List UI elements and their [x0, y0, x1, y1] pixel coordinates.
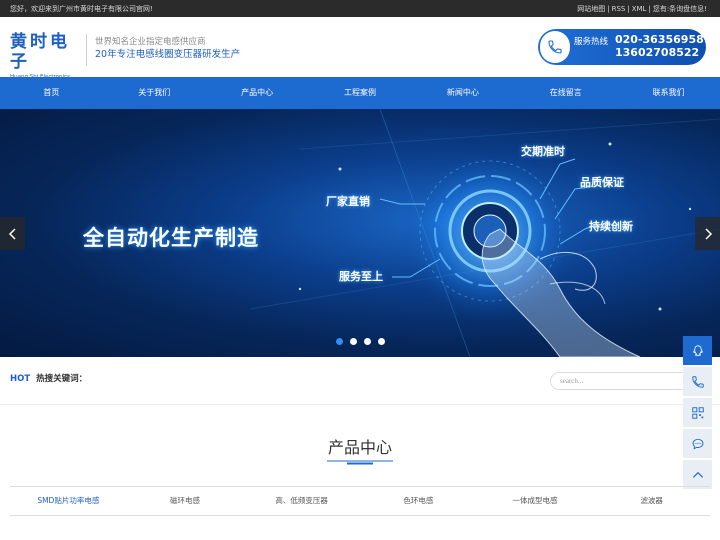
back-to-top-button[interactable]	[683, 460, 712, 489]
hotline-number-1: 020-36356958	[615, 33, 704, 46]
tag-delivery: 交期准时	[521, 145, 565, 158]
tab-color-ring-inductor[interactable]: 色环电感	[360, 487, 477, 515]
product-tabs: SMD贴片功率电感 磁环电感 高、低频变压器 色环电感 一体成型电感 滤波器	[10, 486, 710, 516]
slogan: 世界知名企业指定电感供应商 20年专注电感线圈变压器研发生产	[86, 34, 240, 66]
tag-quality: 品质保证	[580, 176, 624, 189]
banner-dot-1[interactable]	[336, 338, 343, 345]
phone-button[interactable]	[683, 367, 712, 396]
phone-icon	[691, 375, 704, 388]
hot-keywords-label: HOT 热搜关键词：	[10, 372, 87, 384]
slogan-line2: 20年专注电感线圈变压器研发生产	[95, 49, 241, 60]
qrcode-button[interactable]	[683, 398, 712, 427]
tag-innovation: 持续创新	[589, 220, 633, 233]
logo-chinese: 黄时电子	[10, 32, 70, 72]
products-title: 产品中心	[327, 438, 392, 457]
sitemap-link[interactable]: 网站地图	[577, 5, 605, 13]
chevron-left-icon	[8, 227, 16, 240]
welcome-text: 您好，欢迎来到广州市黄时电子有限公司官网!	[10, 5, 153, 13]
chevron-right-icon	[704, 227, 712, 240]
tab-transformer[interactable]: 高、低频变压器	[243, 487, 360, 515]
banner-next-button[interactable]	[695, 217, 720, 250]
main-nav: 首页 关于我们 产品中心 工程案例 新闻中心 在线留言 联系我们	[0, 77, 720, 109]
qq-button[interactable]	[683, 336, 712, 365]
top-links: 网站地图 | RSS | XML | 您有:条询盘信息!	[577, 5, 707, 13]
banner-prev-button[interactable]	[0, 217, 25, 250]
nav-message[interactable]: 在线留言	[514, 77, 617, 109]
banner-pagination	[336, 338, 385, 345]
qrcode-icon	[691, 406, 704, 419]
inquiry-link[interactable]: 您有:条询盘信息!	[653, 5, 707, 13]
search-input[interactable]: search...	[550, 372, 690, 390]
banner-dot-3[interactable]	[364, 338, 371, 345]
title-underline	[327, 460, 393, 465]
tab-molded-inductor[interactable]: 一体成型电感	[477, 487, 594, 515]
nav-contact[interactable]: 联系我们	[617, 77, 720, 109]
nav-home[interactable]: 首页	[0, 77, 103, 109]
tag-service: 服务至上	[339, 270, 383, 283]
hot-prefix: HOT	[10, 374, 31, 384]
top-bar: 您好，欢迎来到广州市黄时电子有限公司官网! 网站地图 | RSS | XML | 您有:条询…	[0, 0, 720, 17]
hot-keywords-text: 热搜关键词：	[36, 374, 88, 384]
nav-about[interactable]: 关于我们	[103, 77, 206, 109]
banner-headline: 全自动化生产制造	[83, 226, 259, 250]
side-toolbar	[683, 336, 712, 491]
hero-banner: 全自动化生产制造 交期准时 品质保证 厂家直销 持续创新 服务至上	[0, 109, 720, 357]
tab-toroid-inductor[interactable]: 磁环电感	[127, 487, 244, 515]
hot-keywords-bar: HOT 热搜关键词： search...	[0, 357, 720, 405]
slogan-line1: 世界知名企业指定电感供应商	[95, 37, 206, 47]
nav-cases[interactable]: 工程案例	[309, 77, 412, 109]
logo[interactable]: 黄时电子 Huang Shi Electronics	[10, 32, 86, 81]
back-to-top-icon	[692, 471, 703, 478]
tab-filter[interactable]: 滤波器	[593, 487, 710, 515]
nav-news[interactable]: 新闻中心	[411, 77, 514, 109]
tag-direct-sale: 厂家直销	[326, 195, 370, 208]
tab-smd-inductor[interactable]: SMD贴片功率电感	[10, 487, 127, 515]
hotline-number-2: 13602708522	[615, 46, 700, 59]
banner-dot-2[interactable]	[350, 338, 357, 345]
rss-link[interactable]: RSS	[612, 5, 626, 13]
header: 黄时电子 Huang Shi Electronics 世界知名企业指定电感供应商…	[0, 17, 720, 80]
qq-icon	[692, 344, 703, 356]
banner-dot-4[interactable]	[378, 338, 385, 345]
xml-link[interactable]: XML	[632, 5, 647, 13]
hotline-box: 服务热线 020-36356958 13602708522	[538, 29, 706, 65]
nav-products[interactable]: 产品中心	[206, 77, 309, 109]
hotline-label: 服务热线	[574, 37, 609, 47]
phone-icon	[540, 31, 570, 63]
